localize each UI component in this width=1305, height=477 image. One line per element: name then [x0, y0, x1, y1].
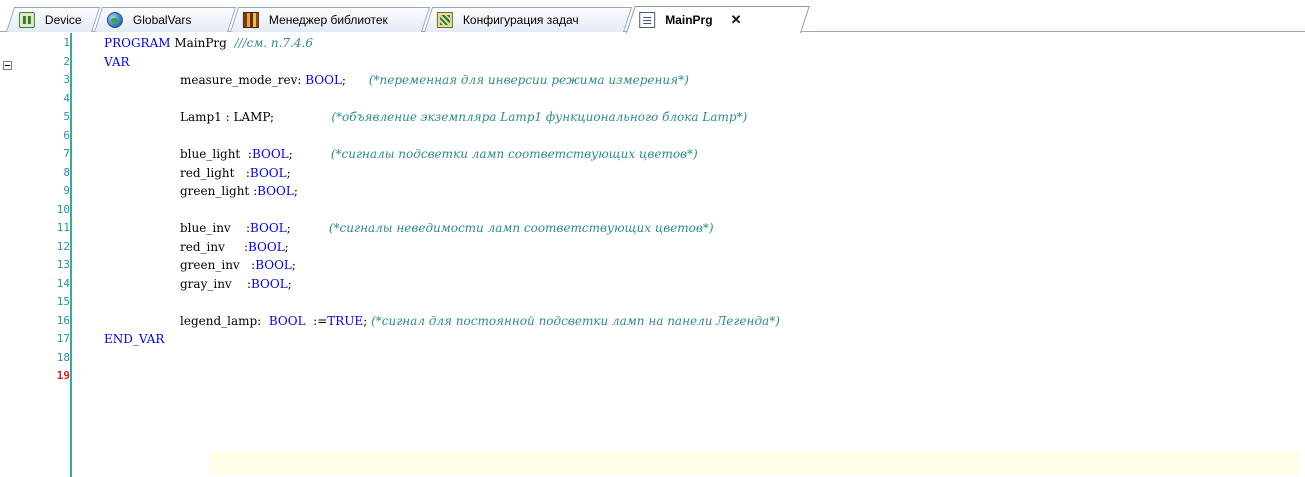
keyword-token: BOOL	[251, 276, 288, 291]
line-number: 16	[56, 313, 70, 327]
task-config-icon	[436, 12, 453, 28]
code-editor[interactable]: 1 PROGRAM MainPrg ///см. п.7.4.6 2 VAR 3 meas…	[0, 33, 1305, 477]
line-number: 19	[56, 369, 70, 382]
comment-token: ///см. п.7.4.6	[234, 36, 313, 50]
keyword-token: BOOL	[251, 147, 289, 161]
device-icon	[18, 12, 35, 28]
code-token: measure_mode_rev:	[180, 73, 306, 87]
line-number: 5	[63, 110, 70, 123]
program-page-icon	[639, 12, 656, 28]
line-number: 18	[56, 350, 70, 364]
comment-token: (*объявление экземпляра Lamp1 функционал…	[331, 110, 748, 124]
line-number: 9	[63, 184, 70, 197]
code-token: ;	[293, 184, 298, 198]
code-token: legend_lamp:	[180, 313, 269, 328]
keyword-token: TRUE	[327, 313, 364, 328]
keyword-token: END_VAR	[104, 332, 165, 346]
tab-mainprg-label: MainPrg	[665, 13, 713, 27]
line-number: 10	[56, 202, 70, 216]
line-number: 15	[56, 295, 70, 308]
line-number: 2	[63, 54, 70, 68]
keyword-token: BOOL	[257, 184, 294, 198]
line-number: 11	[56, 221, 70, 234]
code-line[interactable]: green_light :BOOL;	[180, 182, 298, 201]
keyword-token: VAR	[104, 54, 130, 69]
line-number: 7	[63, 147, 70, 160]
tab-task-configuration-label: Конфигурация задач	[462, 13, 579, 27]
code-line[interactable]: VAR	[104, 53, 130, 72]
comment-token: (*сигналы подсветки ламп соответствующих…	[330, 147, 698, 161]
keyword-token: BOOL	[250, 221, 287, 235]
keyword-token: BOOL	[249, 165, 287, 180]
code-token: blue_inv :	[180, 221, 250, 235]
code-token: ;	[287, 276, 292, 291]
line-number: 8	[63, 165, 70, 179]
code-token: Lamp1 : LAMP;	[180, 110, 332, 124]
current-line-highlight	[210, 452, 1300, 474]
comment-token: (*сигналы неведимости ламп соответствующ…	[328, 221, 714, 235]
code-line[interactable]: measure_mode_rev: BOOL; (*переменная для…	[180, 71, 689, 90]
tab-library-manager-label: Менеджер библиотек	[268, 13, 388, 27]
line-number: 6	[63, 128, 70, 142]
collapse-icon[interactable]	[3, 61, 12, 70]
comment-token: (*переменная для инверсии режима измерен…	[368, 73, 689, 87]
keyword-token: BOOL	[255, 258, 292, 272]
tab-mainprg[interactable]: MainPrg ✕	[626, 6, 810, 33]
code-token: ;	[363, 313, 372, 328]
code-token: green_inv :	[180, 258, 256, 272]
fold-margin	[0, 33, 22, 477]
code-token: green_light :	[180, 184, 258, 198]
code-line[interactable]: Lamp1 : LAMP; (*объявление экземпляра La…	[180, 108, 747, 127]
code-line[interactable]: red_inv :BOOL;	[180, 238, 289, 257]
code-line[interactable]: gray_inv :BOOL;	[180, 275, 292, 294]
comment-token: (*сигнал для постоянной подсветки ламп н…	[371, 313, 780, 328]
code-token: gray_inv :	[180, 276, 251, 291]
keyword-token: BOOL	[247, 239, 285, 254]
keyword-token: BOOL	[305, 73, 342, 87]
code-line[interactable]: legend_lamp: BOOL :=TRUE; (*сигнал для п…	[180, 312, 780, 331]
code-token: ;	[288, 147, 331, 161]
code-token: blue_light :	[180, 147, 252, 161]
code-line[interactable]: green_inv :BOOL;	[180, 256, 296, 275]
editor-tab-strip: Device GlobalVars Менеджер библиотек Кон…	[0, 0, 1305, 33]
tab-library-manager[interactable]: Менеджер библиотек	[230, 7, 431, 32]
tab-device-label: Device	[44, 13, 82, 27]
code-token: ;	[286, 221, 329, 235]
line-number: 4	[63, 91, 70, 105]
keyword-token: BOOL	[268, 313, 306, 328]
code-token: ;	[286, 165, 291, 180]
code-token: ;	[341, 73, 369, 87]
globe-icon	[106, 12, 123, 28]
line-number: 3	[63, 73, 70, 86]
code-token: ;	[284, 239, 289, 254]
tab-globalvars-label: GlobalVars	[132, 13, 192, 27]
line-number: 17	[56, 332, 70, 345]
code-line[interactable]: END_VAR	[104, 330, 164, 349]
library-icon	[242, 12, 259, 28]
tab-device[interactable]: Device	[6, 7, 101, 32]
code-line[interactable]: PROGRAM MainPrg ///см. п.7.4.6	[104, 34, 313, 53]
code-token: :=	[305, 313, 328, 328]
code-line[interactable]: blue_inv :BOOL; (*сигналы неведимости ла…	[180, 219, 714, 238]
line-number: 12	[56, 239, 70, 253]
close-icon[interactable]: ✕	[731, 12, 742, 28]
code-token: red_light :	[180, 165, 250, 180]
keyword-token: PROGRAM	[104, 36, 171, 50]
tab-globalvars[interactable]: GlobalVars	[94, 7, 237, 32]
tab-task-configuration[interactable]: Конфигурация задач	[424, 7, 633, 32]
code-token: red_inv :	[180, 239, 248, 254]
line-number: 13	[56, 258, 70, 271]
code-token: ;	[291, 258, 296, 272]
code-line[interactable]: blue_light :BOOL; (*сигналы подсветки ла…	[180, 145, 698, 164]
line-number: 14	[56, 276, 70, 290]
line-number: 1	[63, 36, 70, 49]
code-line[interactable]: red_light :BOOL;	[180, 164, 291, 183]
code-token: MainPrg	[170, 36, 235, 50]
